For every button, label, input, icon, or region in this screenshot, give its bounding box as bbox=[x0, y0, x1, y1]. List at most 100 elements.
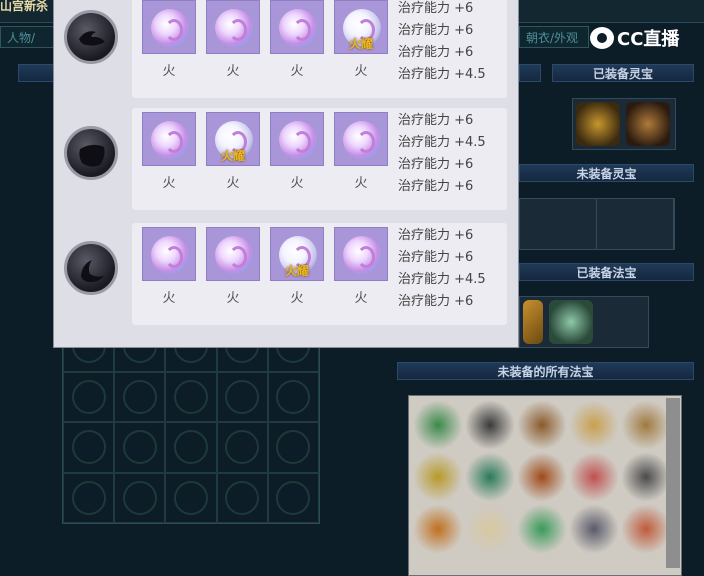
inventory-scrollbar[interactable] bbox=[666, 398, 680, 568]
stat-line: 治疗能力 +4.5 bbox=[398, 67, 486, 82]
section-equipped-spirit: 已装备灵宝 bbox=[552, 64, 694, 82]
fire-stone[interactable] bbox=[206, 227, 260, 281]
stone-group-card: 火 火 火 火耀 火 治疗能力 +6 治疗能力 +6 治疗能力 +6 治疗能力 … bbox=[132, 0, 507, 98]
crescent-stone-icon[interactable] bbox=[64, 241, 118, 295]
unequipped-spirit-slots bbox=[519, 198, 675, 250]
inventory-item[interactable] bbox=[517, 504, 567, 554]
stone-slot[interactable]: 火耀 火 bbox=[334, 0, 388, 82]
inventory-item[interactable] bbox=[517, 452, 567, 502]
bag-cell[interactable] bbox=[63, 422, 115, 473]
stone-label: 火 bbox=[226, 291, 240, 306]
spirit-slot[interactable] bbox=[520, 199, 597, 249]
bag-cell[interactable] bbox=[63, 371, 115, 422]
magic-item-2[interactable] bbox=[549, 300, 593, 344]
bag-cell[interactable] bbox=[114, 472, 166, 523]
stone-slot[interactable]: 火耀 火 bbox=[206, 112, 260, 194]
fire-stone[interactable] bbox=[270, 112, 324, 166]
bag-cell[interactable] bbox=[114, 422, 166, 473]
stone-badge: 火耀 bbox=[348, 37, 373, 51]
section-all-unequipped-magic: 未装备的所有法宝 bbox=[397, 362, 694, 380]
cc-live-logo: CC直播 bbox=[590, 25, 679, 51]
section-equipped-magic: 已装备法宝 bbox=[519, 263, 694, 281]
stone-group-card: 火 火耀 火 火 火 治疗能力 +6 治疗能力 +4.5 治疗能力 +6 治疗能… bbox=[132, 108, 507, 210]
fire-stone[interactable] bbox=[206, 0, 260, 54]
magic-inventory bbox=[408, 395, 682, 576]
stone-label: 火 bbox=[162, 64, 176, 79]
inventory-item[interactable] bbox=[621, 400, 671, 450]
inventory-item[interactable] bbox=[569, 400, 619, 450]
stone-group-card: 火 火 火耀 火 火 治疗能力 +6 治疗能力 +6 治疗能力 +4.5 治疗能… bbox=[132, 223, 507, 325]
magic-item-1[interactable] bbox=[523, 300, 543, 344]
stone-badge: 火耀 bbox=[284, 264, 309, 278]
stone-slot[interactable]: 火 bbox=[334, 112, 388, 194]
section-bar-mid bbox=[519, 64, 541, 82]
stat-line: 治疗能力 +6 bbox=[398, 179, 474, 194]
bag-cell[interactable] bbox=[216, 371, 268, 422]
fire-glory-stone[interactable]: 火耀 bbox=[270, 227, 324, 281]
cc-logo-text: CC直播 bbox=[617, 29, 680, 50]
bag-cell[interactable] bbox=[114, 371, 166, 422]
stat-line: 治疗能力 +4.5 bbox=[398, 272, 486, 287]
fire-stone[interactable] bbox=[142, 227, 196, 281]
shield-stone-icon[interactable] bbox=[64, 126, 118, 180]
stone-label: 火 bbox=[162, 176, 176, 191]
bag-cell[interactable] bbox=[216, 472, 268, 523]
spirit-slot[interactable] bbox=[597, 199, 674, 249]
stat-line: 治疗能力 +6 bbox=[398, 228, 474, 243]
spirit-item-2[interactable] bbox=[626, 102, 670, 146]
stone-slot[interactable]: 火 bbox=[142, 112, 196, 194]
stone-slot[interactable]: 火 bbox=[142, 227, 196, 309]
bag-cell[interactable] bbox=[216, 422, 268, 473]
bag-cell[interactable] bbox=[267, 472, 319, 523]
stat-line: 治疗能力 +6 bbox=[398, 294, 474, 309]
inventory-item[interactable] bbox=[413, 452, 463, 502]
inventory-item[interactable] bbox=[465, 452, 515, 502]
fire-stone[interactable] bbox=[270, 0, 324, 54]
spirit-item-1[interactable] bbox=[576, 102, 620, 146]
fire-glory-stone[interactable]: 火耀 bbox=[206, 112, 260, 166]
inventory-item[interactable] bbox=[569, 504, 619, 554]
background-bag-grid bbox=[62, 320, 320, 524]
tab-character[interactable]: 人物/ bbox=[0, 26, 60, 48]
fire-glory-stone[interactable]: 火耀 bbox=[334, 0, 388, 54]
moon-stone-icon[interactable] bbox=[64, 10, 118, 64]
stone-slot[interactable]: 火耀 火 bbox=[270, 227, 324, 309]
equipped-magic-slots bbox=[519, 296, 649, 348]
section-unequipped-spirit: 未装备灵宝 bbox=[519, 164, 694, 182]
cc-logo-icon bbox=[590, 27, 614, 49]
stone-slot[interactable]: 火 bbox=[270, 112, 324, 194]
inventory-item[interactable] bbox=[517, 400, 567, 450]
stone-label: 火 bbox=[354, 291, 368, 306]
fire-stone[interactable] bbox=[334, 112, 388, 166]
stat-line: 治疗能力 +6 bbox=[398, 250, 474, 265]
fire-stone[interactable] bbox=[142, 112, 196, 166]
fire-stone[interactable] bbox=[142, 0, 196, 54]
stone-label: 火 bbox=[226, 176, 240, 191]
stone-group-2: 火 火耀 火 火 火 治疗能力 +6 治疗能力 +4.5 治疗能力 +6 治疗能… bbox=[54, 108, 520, 218]
stat-line: 治疗能力 +6 bbox=[398, 23, 474, 38]
stat-line: 治疗能力 +4.5 bbox=[398, 135, 486, 150]
stone-detail-popup: 火 火 火 火耀 火 治疗能力 +6 治疗能力 +6 治疗能力 +6 治疗能力 … bbox=[53, 0, 519, 348]
stone-slot[interactable]: 火 bbox=[206, 227, 260, 309]
bag-cell[interactable] bbox=[267, 422, 319, 473]
bag-cell[interactable] bbox=[267, 371, 319, 422]
inventory-item[interactable] bbox=[621, 452, 671, 502]
stone-label: 火 bbox=[290, 64, 304, 79]
stone-slot[interactable]: 火 bbox=[334, 227, 388, 309]
inventory-item[interactable] bbox=[465, 400, 515, 450]
inventory-item[interactable] bbox=[413, 504, 463, 554]
stone-slot[interactable]: 火 bbox=[206, 0, 260, 82]
bag-cell[interactable] bbox=[165, 422, 217, 473]
inventory-item[interactable] bbox=[569, 452, 619, 502]
bag-cell[interactable] bbox=[165, 472, 217, 523]
stone-slot[interactable]: 火 bbox=[270, 0, 324, 82]
fire-stone[interactable] bbox=[334, 227, 388, 281]
bag-cell[interactable] bbox=[63, 472, 115, 523]
inventory-item[interactable] bbox=[465, 504, 515, 554]
tab-appearance[interactable]: 朝衣/外观 bbox=[519, 26, 589, 48]
inventory-item[interactable] bbox=[621, 504, 671, 554]
stone-slot[interactable]: 火 bbox=[142, 0, 196, 82]
bag-cell[interactable] bbox=[165, 371, 217, 422]
inventory-item[interactable] bbox=[413, 400, 463, 450]
stat-line: 治疗能力 +6 bbox=[398, 157, 474, 172]
